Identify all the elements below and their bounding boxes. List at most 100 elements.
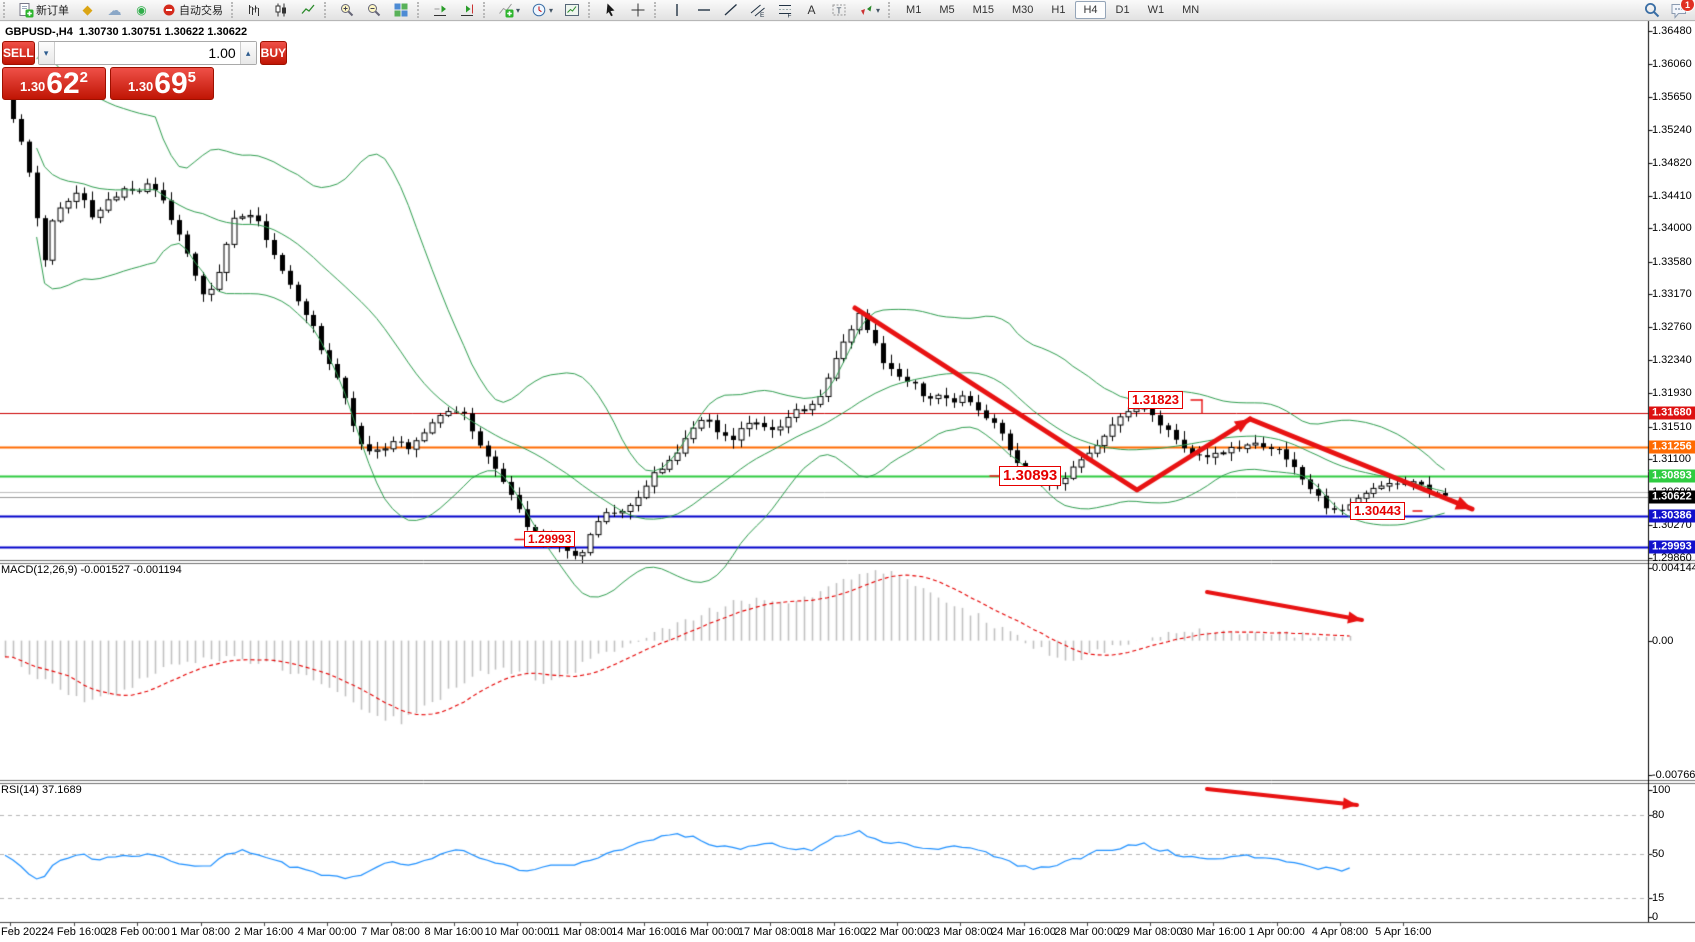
toolbar-auto-trading-button[interactable]: 自动交易	[156, 0, 227, 20]
toolbar-text-label-button[interactable]: T	[826, 0, 851, 20]
macd-axis-tick-label: -0.007664	[1652, 769, 1695, 781]
price-annotation[interactable]: 1.30443	[1350, 502, 1405, 520]
buy-price-small: 1.30	[128, 79, 153, 94]
toolbar-text-button[interactable]: A	[799, 0, 824, 20]
toolbar-equidistant-channel-button[interactable]: E	[745, 0, 770, 20]
toolbar-auto-scroll-button[interactable]	[427, 0, 452, 20]
toolbar-zoom-in-button[interactable]	[334, 0, 359, 20]
toolbar-tile-windows-button[interactable]	[388, 0, 413, 20]
time-axis-label: 14 Mar 16:00	[611, 926, 676, 938]
macd-label: MACD(12,26,9) -0.001527 -0.001194	[1, 564, 182, 576]
toolbar-indicators-button[interactable]: ▾	[493, 0, 524, 20]
toolbar-templates-button[interactable]	[559, 0, 584, 20]
timeframe-d1-button[interactable]: D1	[1108, 1, 1138, 19]
toolbar-vertical-line-button[interactable]	[664, 0, 689, 20]
time-axis-label: 24 Mar 16:00	[991, 926, 1056, 938]
toolbar-notifications-button[interactable]: 1	[1666, 0, 1691, 20]
trendline-icon	[722, 2, 739, 18]
template-icon	[563, 2, 580, 18]
hline-icon	[695, 2, 712, 18]
price-axis-box-1.30893: 1.30893	[1649, 469, 1695, 482]
price-axis-tick-label: 1.33170	[1652, 288, 1692, 300]
sell-button[interactable]: SELL	[2, 41, 35, 65]
chevron-up-icon: ▴	[246, 48, 251, 59]
autotrade-icon	[160, 2, 177, 18]
symbol-period-label: GBPUSD-,H4	[5, 26, 73, 38]
toolbar-market-watch-button[interactable]: ◆	[75, 0, 100, 20]
time-axis-label: 1 Apr 00:00	[1249, 926, 1305, 938]
timeframe-mn-button[interactable]: MN	[1174, 1, 1207, 19]
timeframe-m1-button[interactable]: M1	[898, 1, 929, 19]
price-axis-tick-label: 1.36060	[1652, 58, 1692, 70]
toolbar-arrows-button[interactable]: ▾	[853, 0, 884, 20]
time-axis-label: 28 Feb 00:00	[105, 926, 170, 938]
toolbar-cursor-button[interactable]	[598, 0, 623, 20]
toolbar-new-order-label: 新订单	[36, 2, 69, 18]
toolbar-signals-button[interactable]: ◉	[129, 0, 154, 20]
toolbar-chart-shift-button[interactable]	[454, 0, 479, 20]
buy-price-button[interactable]: 1.30 69 5	[110, 67, 214, 100]
toolbar-bar-chart-button[interactable]	[241, 0, 266, 20]
toolbar-separator	[588, 2, 594, 18]
price-axis-tick-label: 1.31510	[1652, 421, 1692, 433]
toolbar-search-button[interactable]	[1639, 0, 1664, 20]
toolbar: 新订单◆☁◉自动交易▾▾EFAT▾M1M5M15M30H1H4D1W1MN1	[0, 0, 1695, 21]
chevron-down-icon: ▾	[876, 6, 880, 15]
volume-increase-button[interactable]: ▴	[240, 42, 256, 64]
toolbar-separator	[417, 2, 423, 18]
autoscroll-icon	[431, 2, 448, 18]
price-axis-tick-label: 1.34820	[1652, 157, 1692, 169]
rsi-label: RSI(14) 37.1689	[1, 784, 82, 796]
toolbar-fibonacci-button[interactable]: F	[772, 0, 797, 20]
buy-button[interactable]: BUY	[260, 41, 287, 65]
volume-input[interactable]	[55, 45, 240, 61]
price-axis-tick-label: 1.32760	[1652, 321, 1692, 333]
toolbar-separator	[483, 2, 489, 18]
time-axis-label: 4 Mar 00:00	[298, 926, 357, 938]
time-axis-label: 30 Mar 16:00	[1181, 926, 1246, 938]
sell-price-small: 1.30	[20, 79, 45, 94]
price-annotation[interactable]: 1.29993	[524, 531, 575, 547]
toolbar-candle-chart-button[interactable]	[268, 0, 293, 20]
toolbar-cloud-button[interactable]: ☁	[102, 0, 127, 20]
timeframe-m5-button[interactable]: M5	[931, 1, 962, 19]
timeframe-h4-button[interactable]: H4	[1075, 1, 1105, 19]
toolbar-right: 1	[1638, 1, 1692, 19]
vline-icon	[668, 2, 685, 18]
toolbar-auto-trading-label: 自动交易	[179, 2, 223, 18]
toolbar-separator	[654, 2, 660, 18]
buy-price-big: 69	[154, 70, 187, 98]
time-axis-label: 2 Mar 16:00	[235, 926, 294, 938]
price-annotation[interactable]: 1.31823	[1128, 391, 1183, 409]
toolbar-zoom-out-button[interactable]	[361, 0, 386, 20]
macd-axis-tick-label: 0.004144	[1652, 562, 1695, 574]
fibo-icon: F	[776, 2, 793, 18]
price-annotation[interactable]: 1.30893	[999, 466, 1061, 486]
rsi-axis-tick-label: 50	[1652, 848, 1664, 860]
toolbar-crosshair-button[interactable]	[625, 0, 650, 20]
toolbar-periods-button[interactable]: ▾	[526, 0, 557, 20]
timeframe-m30-button[interactable]: M30	[1004, 1, 1041, 19]
clock-icon	[530, 2, 547, 18]
timeframe-h1-button[interactable]: H1	[1043, 1, 1073, 19]
timeframe-m15-button[interactable]: M15	[965, 1, 1002, 19]
crosshair-icon	[629, 2, 646, 18]
chart-title: GBPUSD-,H41.30730 1.30751 1.30622 1.3062…	[5, 26, 247, 38]
time-axis-label: 1 Mar 08:00	[171, 926, 230, 938]
timeframe-w1-button[interactable]: W1	[1140, 1, 1173, 19]
price-axis-box-1.30622: 1.30622	[1649, 491, 1695, 504]
time-axis-label: 24 Feb 16:00	[42, 926, 107, 938]
sell-price-button[interactable]: 1.30 62 2	[2, 67, 106, 100]
add-indicator-icon	[497, 2, 514, 18]
bars-icon	[245, 2, 262, 18]
toolbar-separator	[324, 2, 330, 18]
toolbar-trendline-button[interactable]	[718, 0, 743, 20]
toolbar-new-order-button[interactable]: 新订单	[13, 0, 73, 20]
volume-decrease-button[interactable]: ▾	[39, 42, 55, 64]
price-chart-canvas[interactable]	[0, 0, 1695, 942]
toolbar-line-chart-button[interactable]	[295, 0, 320, 20]
new-order-icon	[17, 2, 34, 18]
price-axis-tick-label: 1.31100	[1652, 453, 1691, 465]
toolbar-horizontal-line-button[interactable]	[691, 0, 716, 20]
zoom-out-icon	[365, 2, 382, 18]
